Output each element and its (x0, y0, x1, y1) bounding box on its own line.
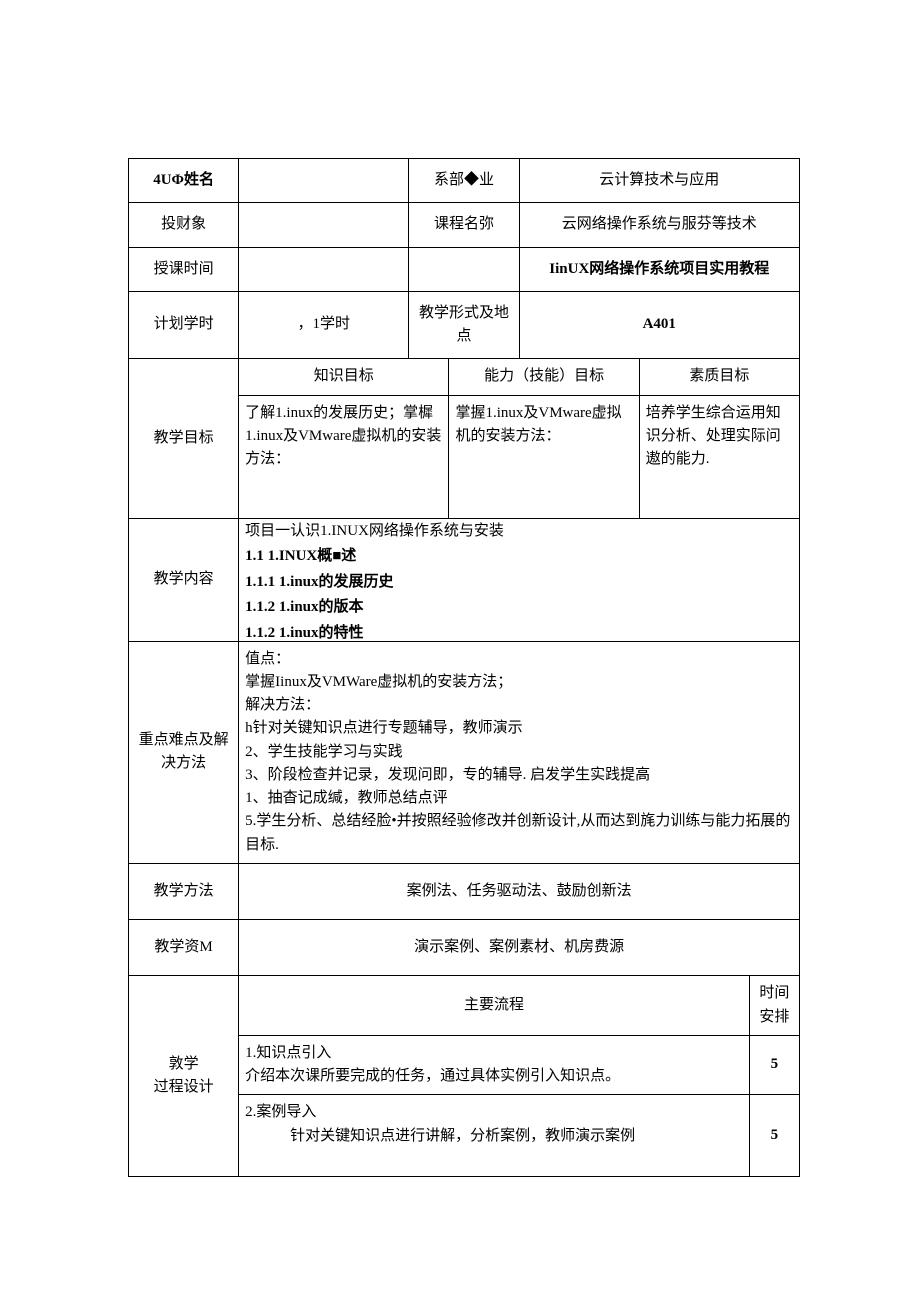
content-line-4: 1.1.2 1.inux的版本 (245, 595, 793, 621)
label-teacher-name: 4UΦ姓名 (129, 159, 239, 203)
cell-teaching-resource: 演示案例、案例素材、机房费源 (239, 920, 800, 976)
process-row-1-time: 5 (749, 1035, 799, 1095)
value-audience (239, 203, 409, 247)
cell-knowledge-goal: 了解1.inux的发展历史；掌樨1.inux及VMware虚拟机的安装方法： (239, 395, 449, 518)
label-dept-major: 系部◆业 (409, 159, 519, 203)
header-quality-goal: 素质目标 (639, 359, 799, 395)
content-line-1: 项目一认识1.INUX网络操作系统与安装 (245, 519, 793, 545)
label-teaching-resource: 教学资M (129, 920, 239, 976)
label-teaching-method: 教学方法 (129, 863, 239, 919)
cell-difficulty: 值点： 掌握Iinux及VMWare虚拟机的安装方法； 解决方法： h针对关键知… (239, 641, 800, 863)
label-teaching-content: 教学内容 (129, 518, 239, 641)
label-plan-hours: 计划学时 (129, 291, 239, 359)
value-course-name: 云网络操作系统与服芬等技术 (519, 203, 799, 247)
process-row-2-text: 2.案例导入 针对关键知识点进行讲解，分析案例，教师演示案例 (239, 1095, 750, 1177)
value-dept-major: 云计算技术与应用 (519, 159, 799, 203)
process-row-2-time: 5 (749, 1095, 799, 1177)
value-teacher-name (239, 159, 409, 203)
header-main-flow: 主要流程 (239, 976, 750, 1036)
content-line-5: 1.1.2 1.inux的特性 (245, 621, 793, 641)
cell-teaching-method: 案例法、任务驱动法、鼓励创新法 (239, 863, 800, 919)
label-teaching-goal: 教学目标 (129, 359, 239, 518)
label-difficulty: 重点难点及解决方法 (129, 641, 239, 863)
value-form-place: A401 (519, 291, 799, 359)
lesson-plan-table: 4UΦ姓名 系部◆业 云计算技术与应用 投财象 课程名弥 云网络操作系统与服芬等… (128, 158, 800, 1177)
content-line-2: 1.1 1.INUX概■述 (245, 544, 793, 570)
value-teach-time (239, 247, 409, 291)
cell-teaching-content: 项目一认识1.INUX网络操作系统与安装 1.1 1.INUX概■述 1.1.1… (239, 518, 800, 641)
label-blank-3 (409, 247, 519, 291)
content-line-3: 1.1.1 1.inux的发展历史 (245, 570, 793, 596)
label-audience: 投财象 (129, 203, 239, 247)
value-textbook: IinUX网络操作系统项目实用教程 (519, 247, 799, 291)
label-form-place: 教学形式及地点 (409, 291, 519, 359)
header-time-arrange: 时间安排 (749, 976, 799, 1036)
cell-ability-goal: 掌握1.inux及VMware虚拟机的安装方法： (449, 395, 639, 518)
cell-quality-goal: 培养学生综合运用知识分析、处理实际问遨的能力. (639, 395, 799, 518)
value-plan-hours: ，1学时 (239, 291, 409, 359)
header-knowledge-goal: 知识目标 (239, 359, 449, 395)
header-ability-goal: 能力（技能）目标 (449, 359, 639, 395)
label-course-name: 课程名弥 (409, 203, 519, 247)
label-process-design: 敦学 过程设计 (129, 976, 239, 1177)
process-row-1-text: 1.知识点引入 介绍本次课所要完成的任务，通过具体实例引入知识点。 (239, 1035, 750, 1095)
label-teach-time: 授课时间 (129, 247, 239, 291)
